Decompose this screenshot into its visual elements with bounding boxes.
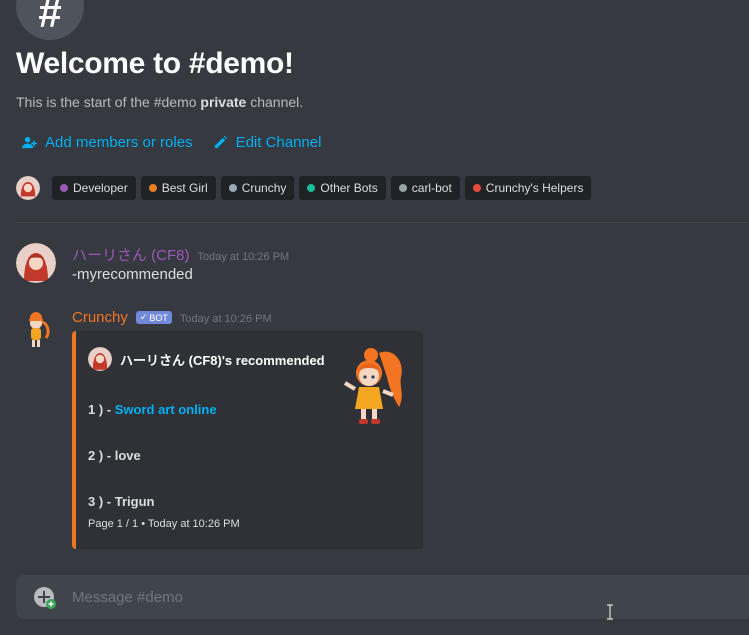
- divider: [16, 222, 749, 223]
- message-timestamp: Today at 10:26 PM: [179, 313, 272, 325]
- role-color-dot: [307, 184, 316, 192]
- embed-author-name: ハーリさん (CF8)'s recommended: [120, 352, 325, 368]
- message-header: ハーリさん (CF8) Today at 10:26 PM: [72, 244, 289, 265]
- embed-footer: Page 1 / 1 • Today at 10:26 PM: [88, 518, 240, 530]
- message: Crunchy ✓ BOT Today at 10:26 PM: [16, 308, 749, 347]
- role-color-dot: [398, 184, 407, 192]
- role-chip[interactable]: Best Girl: [140, 176, 216, 200]
- edit-channel-button[interactable]: Edit Channel: [213, 134, 322, 151]
- pencil-icon: [214, 135, 227, 149]
- message: ハーリさん (CF8) Today at 10:26 PM -myrecomme…: [16, 243, 749, 287]
- welcome-subtitle-prefix: This is the start of the #demo: [16, 94, 201, 110]
- embed-thumbnail[interactable]: [341, 343, 411, 427]
- message-content: -myrecommended: [72, 266, 193, 283]
- embed-line: 3 ) - Trigun: [88, 494, 154, 509]
- embed: ハーリさん (CF8)'s recommended 1 ) - Sword ar…: [72, 331, 423, 549]
- message-author[interactable]: ハーリさん (CF8): [72, 244, 190, 265]
- role-color-dot: [472, 184, 481, 192]
- role-label: Other Bots: [320, 181, 378, 195]
- add-members-label: Add members or roles: [45, 134, 193, 151]
- message-composer: [16, 575, 749, 619]
- embed-author: ハーリさん (CF8)'s recommended: [88, 347, 325, 371]
- edit-channel-label: Edit Channel: [235, 134, 322, 151]
- role-label: carl-bot: [411, 181, 452, 195]
- embed-line-prefix: 2 ) -: [88, 448, 115, 463]
- channel-actions: Add members or roles Edit Channel: [22, 134, 321, 151]
- embed-line: 2 ) - love: [88, 448, 141, 463]
- message-author[interactable]: Crunchy: [72, 309, 128, 326]
- role-list: Developer Best Girl Crunchy Other Bots c…: [16, 176, 592, 200]
- role-chip[interactable]: Crunchy's Helpers: [464, 176, 592, 200]
- channel-hash-icon: #: [16, 0, 84, 40]
- role-label: Best Girl: [161, 181, 208, 195]
- bot-tag-label: BOT: [149, 312, 168, 323]
- embed-line-prefix: 3 ) -: [88, 494, 115, 509]
- message-input[interactable]: [72, 588, 672, 606]
- upload-plus-icon[interactable]: [32, 585, 56, 609]
- message-timestamp: Today at 10:26 PM: [197, 251, 290, 263]
- role-color-dot: [60, 184, 68, 192]
- role-chip[interactable]: Other Bots: [299, 176, 386, 200]
- role-chip[interactable]: Developer: [52, 176, 136, 200]
- embed-line-text: love: [114, 448, 141, 463]
- role-chip[interactable]: Crunchy: [220, 176, 295, 200]
- embed-line-prefix: 1 ) -: [88, 402, 115, 417]
- add-members-button[interactable]: Add members or roles: [22, 134, 193, 151]
- role-label: Crunchy: [241, 181, 287, 195]
- role-color-dot: [148, 184, 157, 192]
- embed-line: 1 ) - Sword art online: [88, 402, 217, 417]
- message-header: Crunchy ✓ BOT Today at 10:26 PM: [72, 309, 272, 326]
- check-icon: ✓: [139, 312, 148, 322]
- embed-link[interactable]: Sword art online: [115, 402, 217, 417]
- role-chip[interactable]: carl-bot: [390, 176, 460, 200]
- welcome-subtitle-bold: private: [200, 94, 247, 110]
- welcome-subtitle-suffix: channel.: [246, 94, 304, 110]
- role-label: Crunchy's Helpers: [485, 181, 584, 195]
- avatar[interactable]: [16, 243, 56, 283]
- role-label: Developer: [73, 181, 128, 195]
- welcome-title: Welcome to #demo!: [16, 47, 294, 80]
- bot-tag: ✓ BOT: [135, 311, 172, 324]
- role-color-dot: [228, 184, 237, 192]
- welcome-subtitle: This is the start of the #demo private c…: [16, 94, 303, 110]
- member-avatar[interactable]: [16, 176, 40, 200]
- embed-author-avatar: [88, 347, 112, 371]
- bot-avatar[interactable]: [20, 308, 52, 350]
- add-members-icon: [22, 136, 37, 149]
- embed-line-text: Trigun: [114, 494, 155, 509]
- text-cursor-icon: [607, 604, 613, 620]
